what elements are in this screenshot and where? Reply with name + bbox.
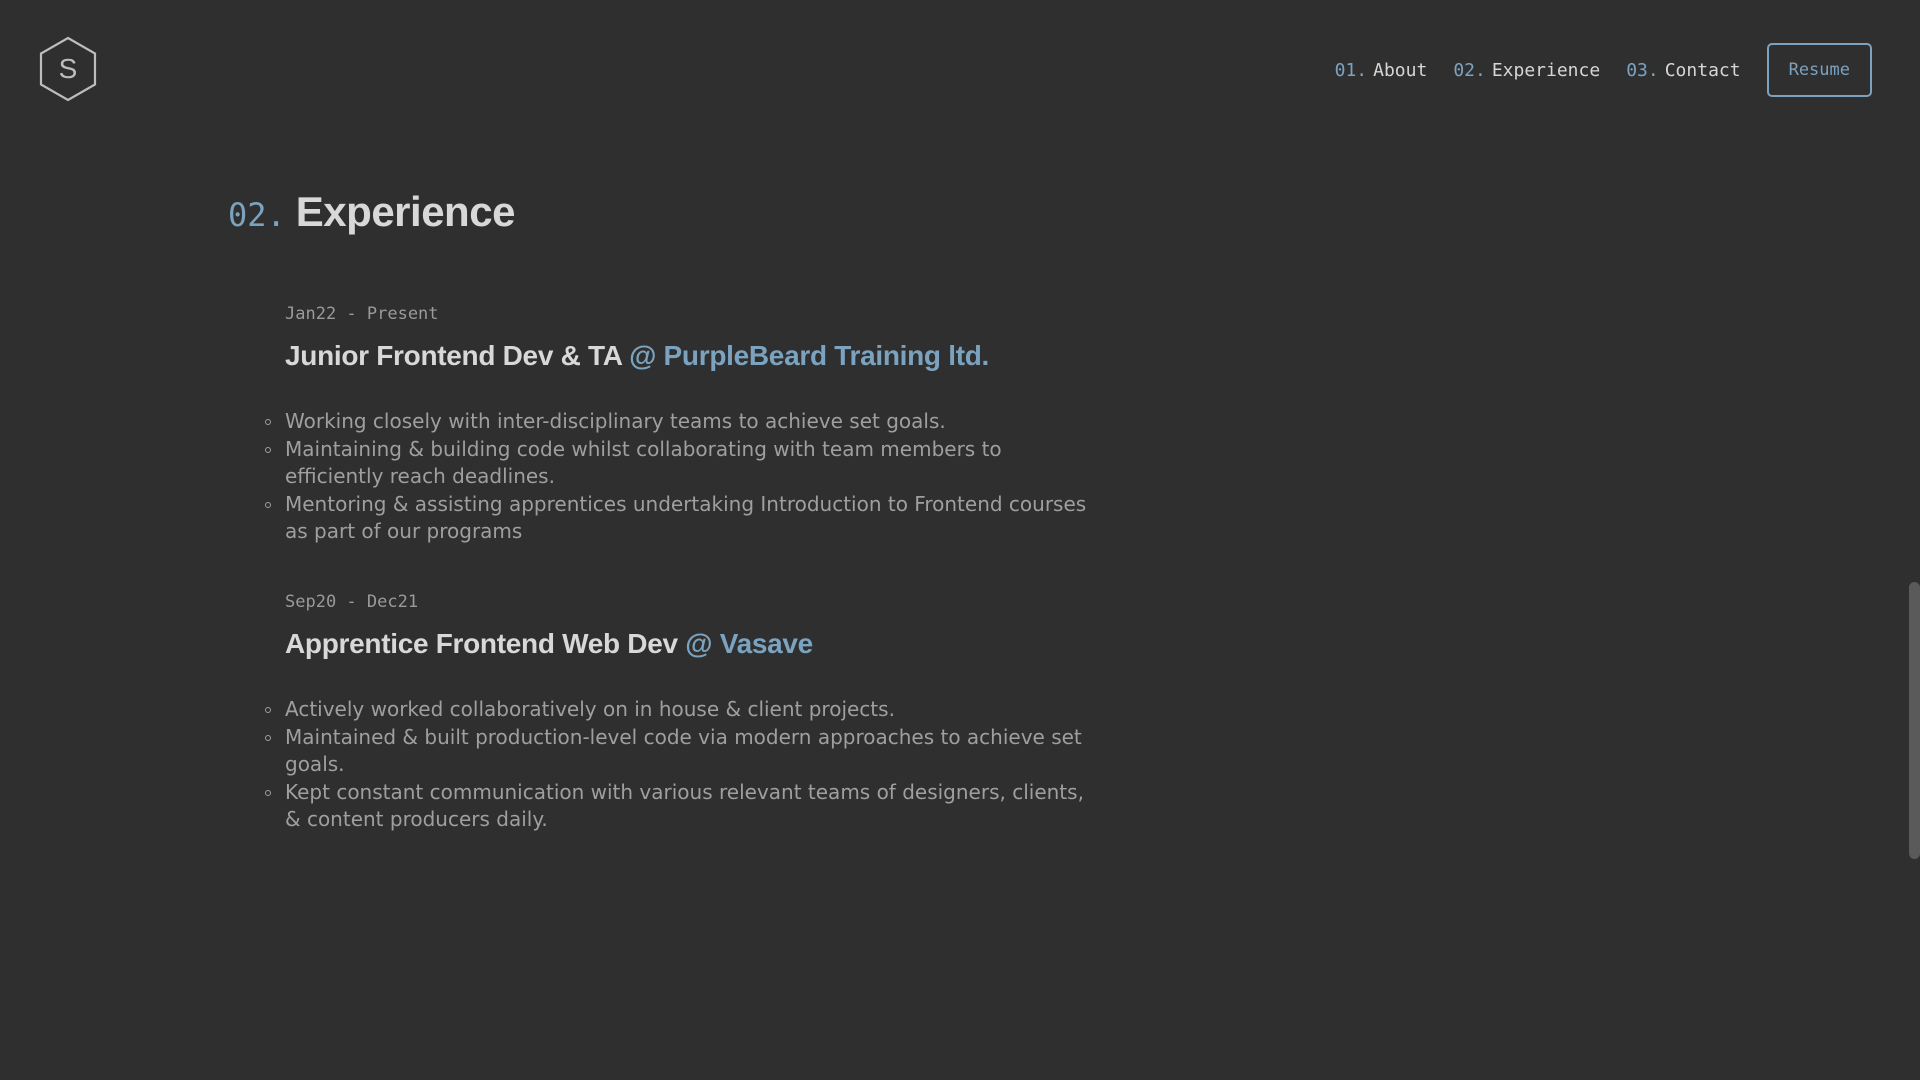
nav-item-number: 03. [1626, 59, 1659, 81]
nav-item-number: 01. [1334, 59, 1368, 81]
job-company-link[interactable]: @ Vasave [685, 628, 813, 659]
nav-item-about[interactable]: 01. About [1335, 60, 1428, 81]
job-company-link[interactable]: @ PurpleBeard Training ltd. [629, 340, 989, 371]
list-item: Working closely with inter-disciplinary … [265, 408, 1105, 436]
job-entry: Jan22 - Present Junior Frontend Dev & TA… [265, 304, 1105, 546]
job-role: Apprentice Frontend Web Dev [285, 628, 678, 659]
nav-item-label: Experience [1491, 59, 1601, 81]
top-nav: 01. About 02. Experience 03. Contact Res… [1335, 43, 1872, 97]
list-item: Kept constant communication with various… [265, 779, 1105, 834]
scrollbar-thumb[interactable] [1909, 582, 1920, 859]
list-item: Actively worked collaboratively on in ho… [265, 696, 1105, 724]
nav-item-number: 02. [1453, 59, 1486, 81]
job-date: Jan22 - Present [285, 304, 439, 324]
logo[interactable]: S [38, 36, 98, 102]
nav-item-label: Contact [1664, 59, 1741, 81]
section-title: Experience [295, 188, 516, 235]
section-heading: 02. Experience [228, 188, 515, 236]
section-number: 02. [228, 196, 286, 234]
logo-letter: S [59, 53, 78, 84]
resume-button[interactable]: Resume [1766, 43, 1872, 97]
list-item: Mentoring & assisting apprentices undert… [265, 491, 1105, 546]
nav-item-experience[interactable]: 02. Experience [1453, 60, 1600, 81]
list-item: Maintaining & building code whilst colla… [265, 436, 1105, 491]
job-entry: Sep20 - Dec21 Apprentice Frontend Web De… [265, 592, 1105, 834]
nav-item-contact[interactable]: 03. Contact [1626, 60, 1740, 81]
job-title: Apprentice Frontend Web Dev @ Vasave [285, 628, 1105, 660]
hexagon-logo-icon: S [39, 36, 97, 102]
job-bullet-list: Working closely with inter-disciplinary … [261, 408, 1105, 546]
job-bullet-list: Actively worked collaboratively on in ho… [261, 696, 1105, 834]
job-title: Junior Frontend Dev & TA @ PurpleBeard T… [285, 340, 1105, 372]
job-date: Sep20 - Dec21 [285, 592, 419, 612]
job-role: Junior Frontend Dev & TA [285, 340, 622, 371]
nav-item-label: About [1373, 59, 1428, 81]
list-item: Maintained & built production-level code… [265, 724, 1105, 779]
